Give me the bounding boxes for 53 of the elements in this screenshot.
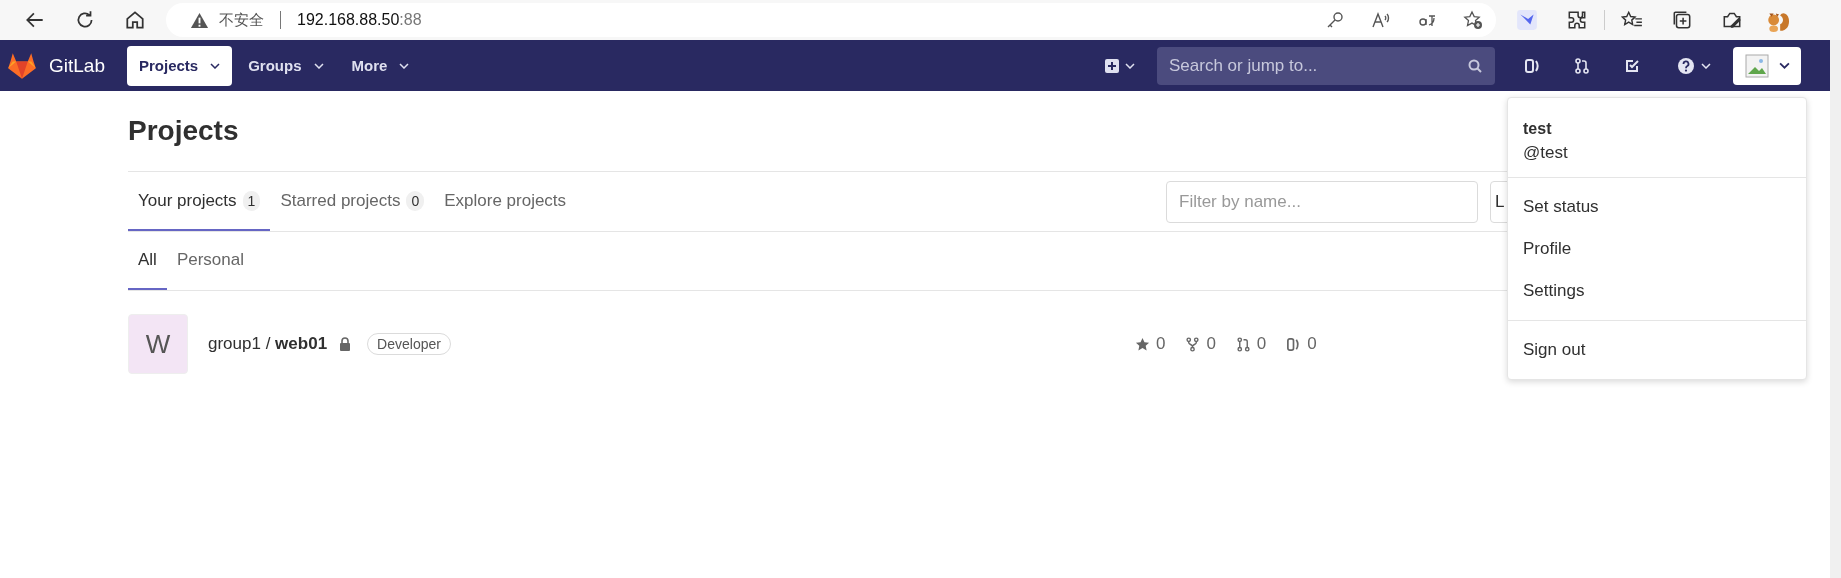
menu-item[interactable]: Sign out — [1508, 329, 1806, 371]
user-handle: @test — [1523, 143, 1569, 163]
chevron-down-icon — [210, 62, 221, 69]
security-label: 不安全 — [219, 10, 264, 30]
project-tab[interactable]: Explore projects — [434, 172, 577, 231]
plus-square-icon — [1105, 58, 1119, 73]
fork-icon — [1185, 336, 1201, 352]
key-icon[interactable] — [1325, 10, 1345, 30]
search-icon — [1467, 57, 1483, 74]
user-menu-button[interactable] — [1733, 46, 1801, 85]
filter-tab[interactable]: Personal — [166, 232, 254, 290]
star-count[interactable]: 0 — [1155, 334, 1166, 354]
menu-item[interactable]: Profile — [1508, 228, 1806, 270]
menu-item[interactable]: Set status — [1508, 186, 1806, 228]
extension-bird-icon[interactable] — [1516, 9, 1538, 31]
read-aloud-icon[interactable] — [1371, 10, 1391, 30]
favorite-add-icon[interactable] — [1463, 10, 1483, 30]
image-icon — [1744, 53, 1769, 78]
chevron-down-icon — [313, 62, 324, 69]
home-icon[interactable] — [124, 9, 146, 31]
filter-tab[interactable]: All — [128, 232, 167, 290]
merge-request-count[interactable]: 0 — [1256, 334, 1267, 354]
help-icon — [1677, 56, 1695, 75]
chevron-down-icon — [1778, 62, 1790, 69]
menu-item[interactable]: Settings — [1508, 270, 1806, 312]
project-tab[interactable]: Your projects 1 — [128, 172, 271, 231]
warning-icon — [190, 10, 209, 30]
project-avatar[interactable]: W — [128, 314, 188, 374]
scrollbar[interactable] — [1830, 40, 1841, 578]
filter-field[interactable]: Filter by name... — [1166, 180, 1478, 223]
merge-request-icon[interactable] — [1573, 56, 1591, 75]
issues-icon — [1286, 336, 1302, 352]
nav-menu[interactable]: Groups — [236, 45, 336, 86]
nav-menu[interactable]: More — [339, 45, 422, 86]
collections-icon[interactable] — [1671, 9, 1693, 31]
chevron-down-icon — [399, 62, 410, 69]
merge-request-icon — [1235, 336, 1251, 352]
chevron-down-icon — [1701, 62, 1711, 69]
fox-logo-icon[interactable] — [7, 51, 37, 80]
project-tab[interactable]: Starred projects 0 — [270, 172, 435, 231]
address-bar[interactable]: 不安全 192.168.88.50:88 — [166, 3, 1496, 37]
search-field[interactable]: Search or jump to... — [1157, 46, 1495, 85]
issue-count[interactable]: 0 — [1307, 334, 1317, 354]
project-link[interactable]: group1 / web01 — [208, 334, 328, 354]
issues-icon[interactable] — [1523, 56, 1541, 75]
user-name: test — [1523, 120, 1553, 138]
url-text: 192.168.88.50:88 — [297, 11, 422, 29]
extensions-icon[interactable] — [1566, 9, 1588, 31]
brand-name[interactable]: GitLab — [49, 54, 105, 77]
fork-count[interactable]: 0 — [1206, 334, 1216, 354]
nav-menu[interactable]: Projects — [127, 45, 233, 86]
chevron-down-icon — [1125, 62, 1135, 69]
star-icon — [1134, 336, 1150, 352]
